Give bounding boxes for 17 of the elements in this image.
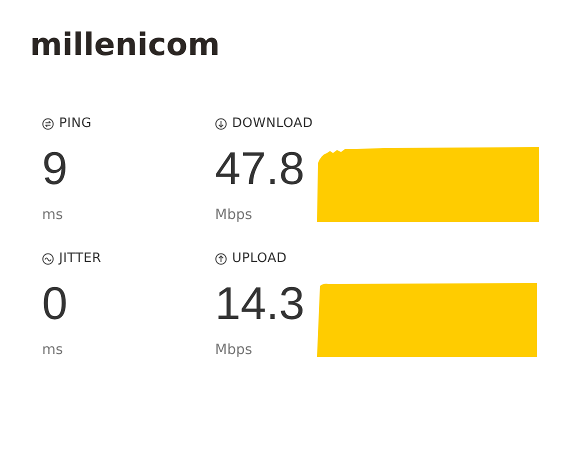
- metric-unit: ms: [42, 341, 64, 360]
- metric-label: UPLOAD: [232, 250, 287, 268]
- metric-value: 14.3: [215, 280, 305, 326]
- metric-label: PING: [59, 115, 92, 134]
- ping-icon: [42, 118, 54, 130]
- metric-unit: Mbps: [215, 206, 254, 225]
- download-icon: [215, 118, 227, 130]
- metric-unit: Mbps: [215, 341, 254, 360]
- metric-value: 0: [42, 280, 69, 326]
- metric-value: 9: [42, 145, 69, 191]
- upload-icon: [215, 253, 227, 265]
- metric-label: DOWNLOAD: [232, 115, 313, 134]
- logo: millenicom: [30, 30, 221, 61]
- metric-unit: ms: [42, 206, 64, 225]
- wave-icon: [42, 253, 54, 265]
- metric-label: JITTER: [59, 250, 102, 268]
- metric-value: 47.8: [215, 145, 305, 191]
